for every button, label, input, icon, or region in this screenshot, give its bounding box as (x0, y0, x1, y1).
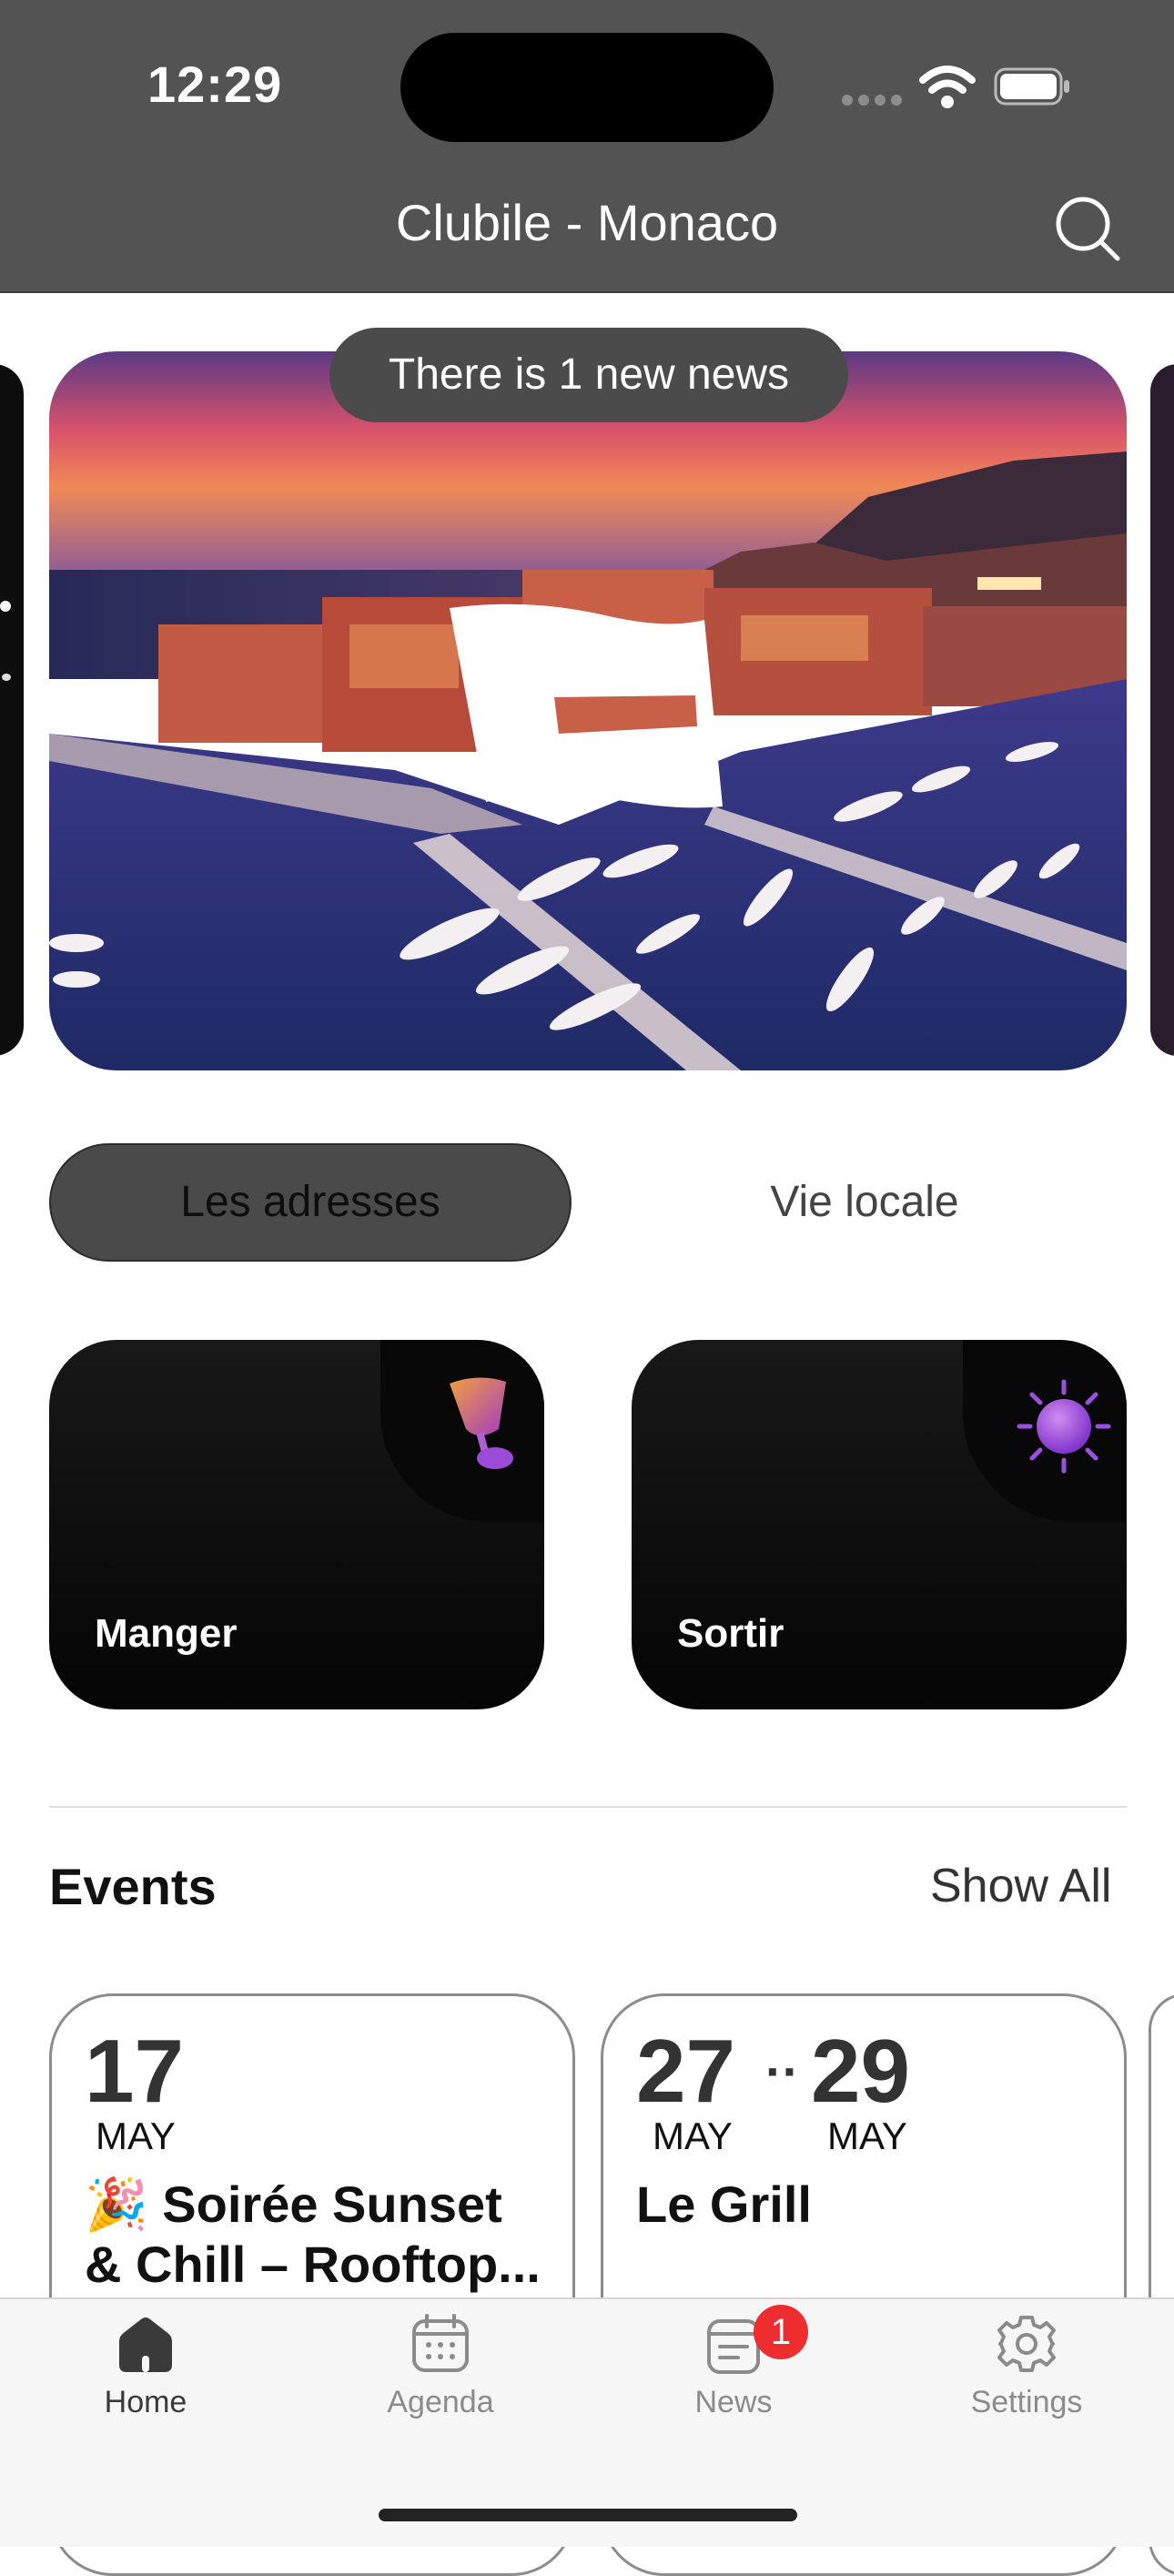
dynamic-island (400, 33, 774, 142)
category-label: Manger (95, 1611, 238, 1656)
category-label: Sortir (677, 1611, 784, 1656)
segment-les-adresses[interactable]: Les adresses (49, 1143, 572, 1262)
new-news-toast[interactable]: There is 1 new news (329, 328, 848, 422)
tab-label: Settings (970, 2385, 1083, 2419)
event-day: 17 (85, 2021, 185, 2121)
event-month-end: MAY (827, 2115, 907, 2157)
tab-agenda[interactable]: Agenda (340, 2312, 541, 2449)
section-divider (49, 1806, 1127, 1808)
category-card-sortir[interactable]: Sortir (632, 1340, 1127, 1709)
party-popper-icon: 🎉 (85, 2175, 148, 2233)
page-title: Clubile - Monaco (395, 194, 779, 251)
event-day-end: 29 (811, 2021, 911, 2121)
tab-label: News (694, 2385, 773, 2419)
status-time: 12:29 (147, 56, 283, 113)
wine-glass-icon (450, 1377, 513, 1469)
tab-settings[interactable]: Settings (926, 2312, 1127, 2449)
tab-label: Agenda (387, 2385, 494, 2419)
event-title: Le Grill (636, 2175, 812, 2233)
calendar-icon (412, 2314, 469, 2372)
hero-image-card[interactable] (49, 351, 1127, 1070)
home-icon (119, 2317, 172, 2372)
tab-label: Home (104, 2385, 187, 2419)
category-card-manger[interactable]: Manger (49, 1340, 544, 1709)
monaco-harbor-image (49, 351, 1127, 1070)
segment-vie-locale[interactable]: Vie locale (655, 1143, 1074, 1262)
news-badge: 1 (754, 2305, 808, 2359)
tab-home[interactable]: Home (46, 2312, 246, 2449)
battery-icon (994, 67, 1069, 106)
signal-dots-icon (842, 95, 902, 107)
show-all-link[interactable]: Show All (930, 1859, 1111, 1913)
home-indicator (379, 2509, 797, 2521)
carousel-next-card[interactable] (1150, 364, 1174, 1056)
event-title: 🎉 Soirée Sunset & Chill – Rooftop... (85, 2175, 541, 2293)
events-section-title: Events (49, 1858, 217, 1915)
date-range-separator: ·· (765, 2043, 800, 2100)
search-icon[interactable] (1054, 195, 1121, 262)
event-day-start: 27 (636, 2021, 736, 2121)
carousel-prev-card[interactable] (0, 364, 24, 1056)
sun-icon (1017, 1379, 1111, 1474)
wifi-icon (919, 66, 976, 108)
event-month: MAY (96, 2115, 176, 2157)
gear-icon (997, 2316, 1056, 2372)
event-month-start: MAY (653, 2115, 733, 2157)
